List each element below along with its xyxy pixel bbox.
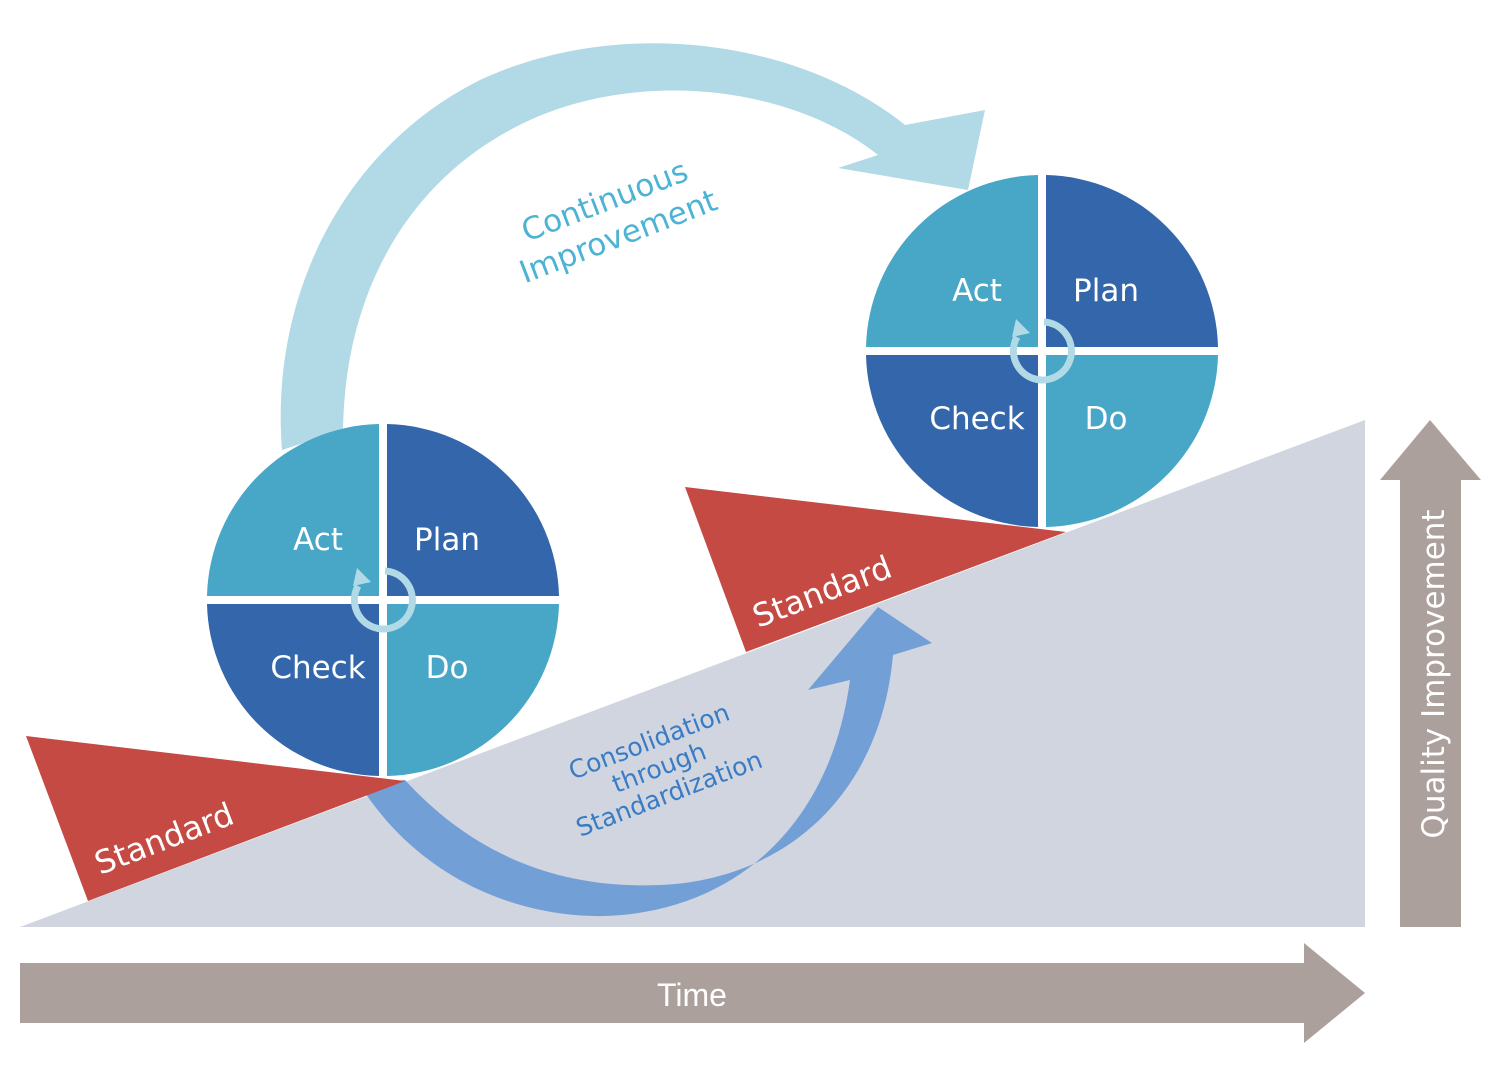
quadrant-label-act: Act — [293, 522, 343, 558]
quadrant-plan — [387, 424, 559, 596]
quality-improvement-label: Quality Improvement — [1416, 509, 1452, 838]
quadrant-act — [207, 424, 379, 596]
quadrant-act — [866, 175, 1038, 347]
quadrant-label-check: Check — [270, 650, 365, 686]
quadrant-label-do: Do — [1085, 401, 1128, 437]
quadrant-check — [207, 604, 379, 776]
quadrant-label-do: Do — [426, 650, 469, 686]
pdca-cycle-upper: Act Plan Check Do — [866, 175, 1218, 527]
quadrant-label-plan: Plan — [1073, 273, 1139, 309]
quadrant-plan — [1046, 175, 1218, 347]
cycle-icon — [350, 567, 416, 633]
quadrant-label-check: Check — [929, 401, 1024, 437]
pdca-cycle-lower: Act Plan Check Do — [207, 424, 559, 776]
continuous-improvement-label: Continuous Improvement — [515, 153, 723, 291]
pdca-diagram: Standard Standard Act Plan Check Do Act … — [20, 43, 1481, 1043]
cycle-icon — [1009, 318, 1075, 384]
quadrant-label-act: Act — [952, 273, 1002, 309]
quadrant-label-plan: Plan — [414, 522, 480, 558]
time-label: Time — [657, 977, 727, 1013]
quadrant-check — [866, 355, 1038, 527]
